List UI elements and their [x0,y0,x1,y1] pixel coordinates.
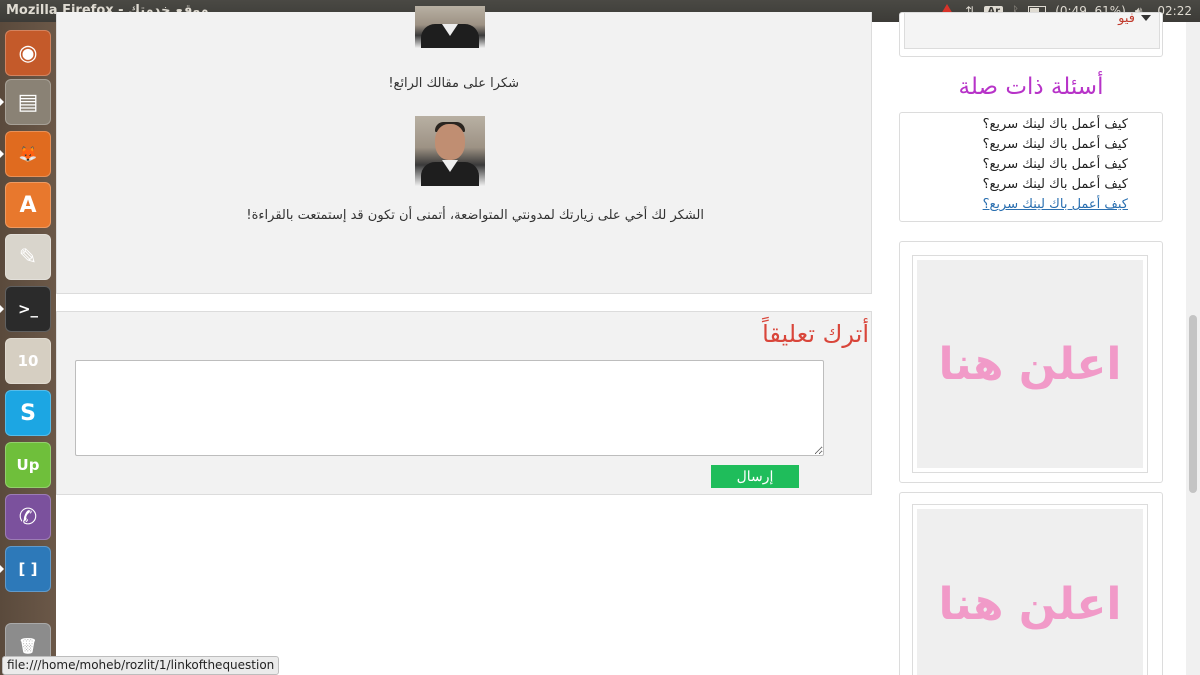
ad-widget-2: اعلن هنا [899,492,1163,675]
leave-comment-section: أترك تعليقاً إرسال [56,311,872,495]
comment-avatar-1 [415,6,485,48]
scrollbar-thumb[interactable] [1189,315,1197,493]
leave-comment-title: أترك تعليقاً [762,320,869,348]
related-questions-box: كيف أعمل باك لينك سريع؟ كيف أعمل باك لين… [899,112,1163,222]
ad-frame-2: اعلن هنا [912,504,1148,675]
launcher-files-icon[interactable]: ▤ [5,79,51,125]
running-indicator [0,305,4,313]
web-page: شكرا على مقالك الرائع! الشكر لك أخي على … [56,6,1186,675]
launcher-skype-icon[interactable]: S [5,390,51,436]
running-indicator [0,98,4,106]
related-questions-list: كيف أعمل باك لينك سريع؟ كيف أعمل باك لين… [983,115,1128,215]
comment-text-2: الشكر لك أخي على زيارتك لمدونتي المتواضع… [246,208,704,223]
launcher-software-center-icon[interactable]: A [5,182,51,228]
related-question-link[interactable]: كيف أعمل باك لينك سريع؟ [983,175,1128,195]
launcher-terminal-icon[interactable]: >_ [5,286,51,332]
sidebar-dropdown[interactable]: فيو [904,11,1160,49]
related-question-link[interactable]: كيف أعمل باك لينك سريع؟ [983,135,1128,155]
send-button[interactable]: إرسال [711,465,799,488]
launcher-upwork-icon[interactable]: Up [5,442,51,488]
comment-textarea[interactable] [75,360,824,456]
status-bar-url: file:///home/moheb/rozlit/1/linkoftheque… [2,656,280,675]
related-questions-title: أسئلة ذات صلة [958,74,1104,100]
page-scrollbar[interactable] [1186,22,1200,675]
launcher-text-editor-icon[interactable]: ✎ [5,234,51,280]
ad-widget-1: اعلن هنا [899,241,1163,483]
launcher-firefox-icon[interactable]: 🦊 [5,131,51,177]
sidebar-top-widget: فيو [899,11,1163,57]
running-indicator [0,565,4,573]
ad-placeholder-2[interactable]: اعلن هنا [917,509,1143,675]
launcher-viber-icon[interactable]: ✆ [5,494,51,540]
launcher: ◉ ▤ 🦊 A ✎ >_ 10 S Up ✆[ ] 🗑 [0,22,56,675]
comments-section: شكرا على مقالك الرائع! الشكر لك أخي على … [56,6,872,294]
sidebar-dropdown-label: فيو [1118,11,1135,26]
comment-text-1: شكرا على مقالك الرائع! [388,76,519,91]
ad-frame-1: اعلن هنا [912,255,1148,473]
launcher-ubuntu-dash-icon[interactable]: ◉ [5,30,51,76]
related-question-link[interactable]: كيف أعمل باك لينك سريع؟ [983,115,1128,135]
launcher-calendar-icon[interactable]: 10 [5,338,51,384]
caret-down-icon [1141,15,1151,21]
related-question-link[interactable]: كيف أعمل باك لينك سريع؟ [983,155,1128,175]
running-indicator [0,150,4,158]
ad-placeholder-1[interactable]: اعلن هنا [917,260,1143,468]
launcher-brackets-icon[interactable]: [ ] [5,546,51,592]
related-question-link-hovered[interactable]: كيف أعمل باك لينك سريع؟ [983,195,1128,215]
comment-avatar-2 [415,116,485,186]
